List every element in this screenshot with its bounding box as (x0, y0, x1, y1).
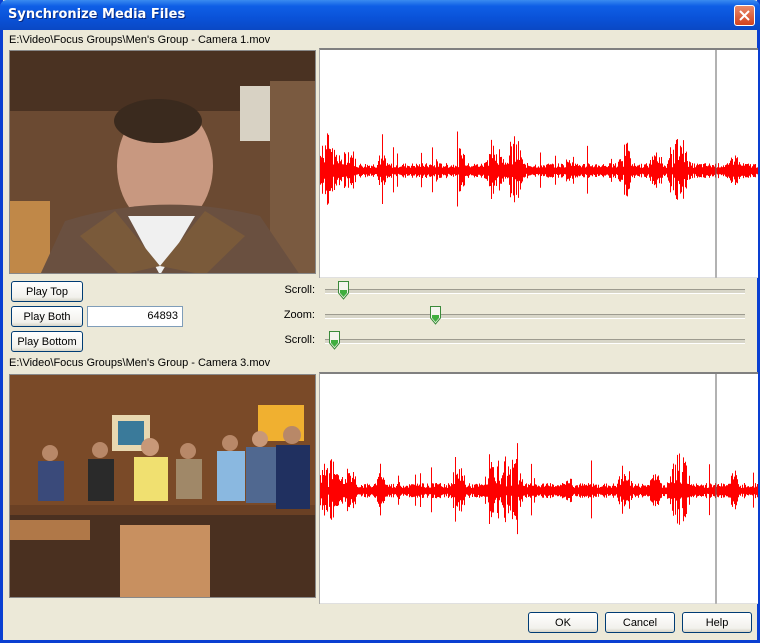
waveform-samples (320, 443, 758, 535)
top-waveform-trace (320, 131, 758, 207)
waveform-samples (320, 131, 758, 207)
bottom-waveform[interactable] (319, 372, 758, 604)
zoom-thumb[interactable] (430, 306, 441, 325)
scroll-top-track[interactable] (325, 289, 745, 294)
bottom-waveform-trace (320, 443, 758, 535)
offset-field[interactable]: 64893 (87, 306, 183, 327)
top-waveform-graph (320, 50, 758, 278)
zoom-label: Zoom: (283, 309, 315, 321)
window-title: Synchronize Media Files (8, 7, 186, 22)
top-video-preview (9, 50, 316, 274)
close-icon (739, 10, 750, 21)
title-bar[interactable]: Synchronize Media Files (0, 0, 760, 30)
top-video-frame (10, 51, 315, 273)
cancel-button[interactable]: Cancel (605, 612, 675, 633)
close-button[interactable] (734, 5, 755, 26)
scroll-top-label: Scroll: (284, 284, 315, 296)
bottom-waveform-graph (320, 374, 758, 604)
play-top-button[interactable]: Play Top (11, 281, 83, 302)
top-file-path: E:\Video\Focus Groups\Men's Group - Came… (9, 34, 271, 46)
bottom-video-preview (9, 374, 316, 598)
scroll-bottom-label: Scroll: (284, 334, 315, 346)
play-bottom-button[interactable]: Play Bottom (11, 331, 83, 352)
scroll-bottom-thumb[interactable] (329, 331, 341, 350)
top-waveform[interactable] (319, 48, 758, 278)
play-both-button[interactable]: Play Both (11, 306, 83, 327)
dialog-window: Synchronize Media Files E:\Video\Focus G… (0, 0, 760, 643)
help-button[interactable]: Help (682, 612, 752, 633)
bottom-video-frame (10, 375, 315, 597)
bottom-file-path: E:\Video\Focus Groups\Men's Group - Came… (9, 357, 271, 369)
zoom-track[interactable] (325, 314, 745, 319)
scroll-bottom-track[interactable] (325, 339, 745, 344)
ok-button[interactable]: OK (528, 612, 598, 633)
scroll-top-thumb[interactable] (337, 281, 349, 300)
